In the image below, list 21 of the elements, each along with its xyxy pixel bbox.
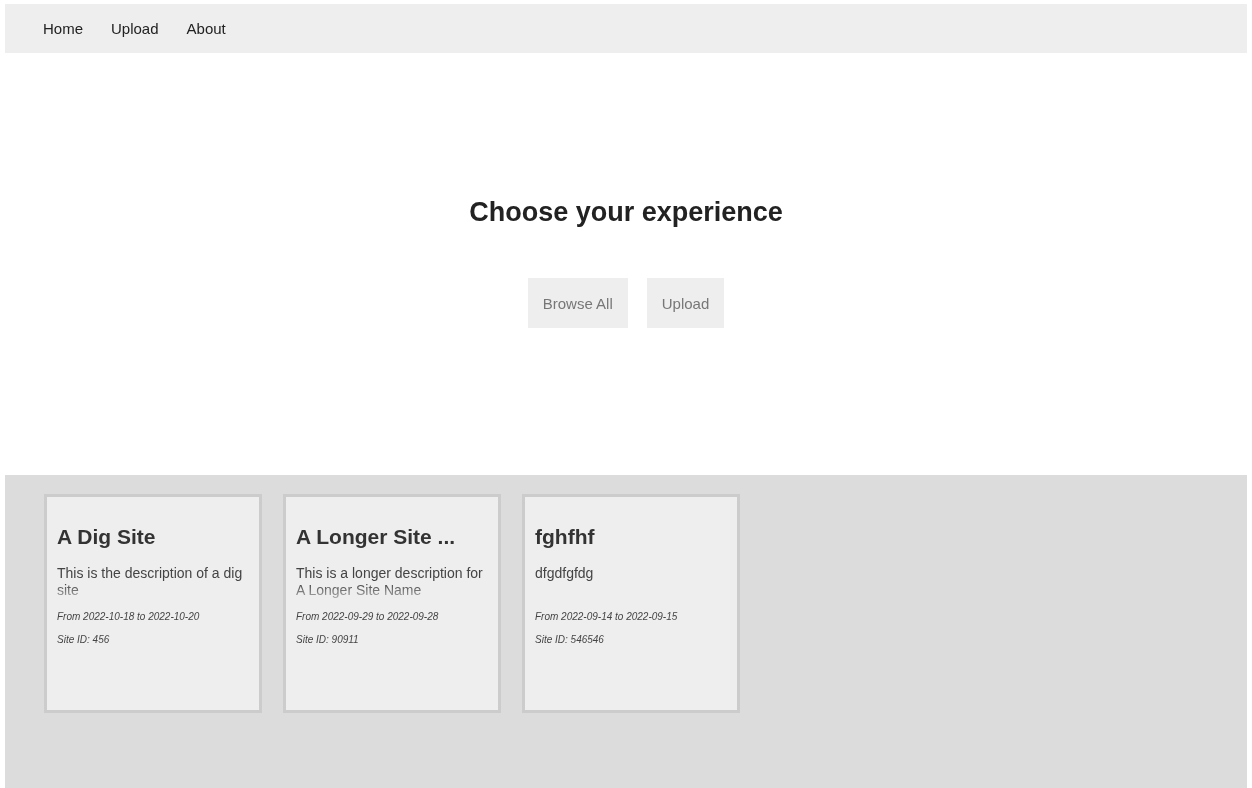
site-name: fghfhf [535,525,596,549]
site-card[interactable]: fghfhf dfgdfgfdg From 2022-09-14 to 2022-09-15 Site ID: 546546 [522,494,740,713]
site-description: This is a longer description for A Longer Site Name [296,565,484,599]
page-heading: Choose your experience [469,197,783,228]
site-name: A Longer Site ... [296,525,457,549]
site-id: Site ID: 546546 [535,634,605,645]
nav-link[interactable]: Upload [111,20,159,37]
site-name: A Dig Site [57,525,157,549]
site-dates: From 2022-09-29 to 2022-09-28 [296,611,440,622]
action-button[interactable]: Browse All [527,278,628,328]
site-card[interactable]: A Dig Site This is the description of a dig site From 2022-10-18 to 2022-10-20 Site ID: 456 [44,494,262,713]
site-description: This is the description of a dig site [57,565,244,599]
action-button[interactable]: Upload [646,278,725,328]
nav-link[interactable]: Home [43,20,83,37]
nav-link[interactable]: About [186,20,226,37]
site-card[interactable]: A Longer Site ... This is a longer description for A Longer Site Name From 2022-09-29 to 2022-09-28 Site ID: 90911 [283,494,501,713]
site-description: dfgdfgfdg [535,565,595,583]
site-id: Site ID: 456 [57,634,111,645]
site-id: Site ID: 90911 [296,634,360,645]
site-dates: From 2022-09-14 to 2022-09-15 [535,611,679,622]
site-dates: From 2022-10-18 to 2022-10-20 [57,611,201,622]
